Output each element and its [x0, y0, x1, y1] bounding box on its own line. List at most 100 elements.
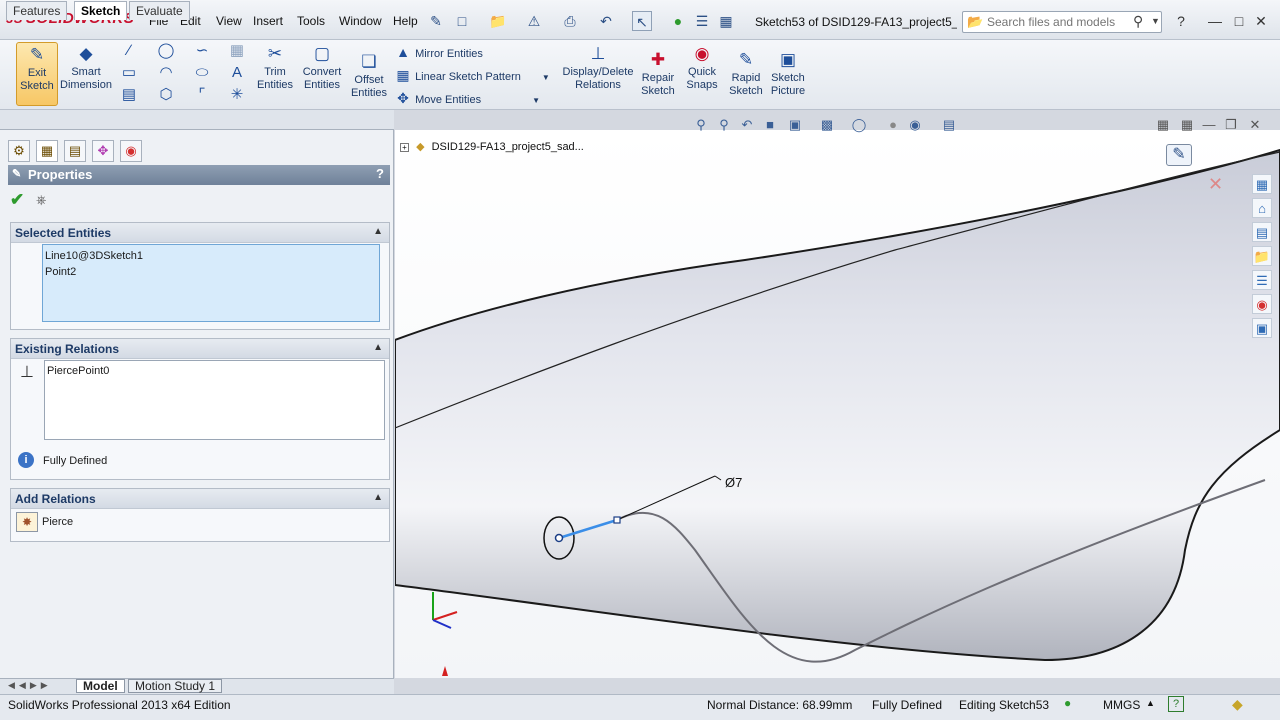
rapid-sketch-button[interactable]: ✎ Rapid Sketch: [726, 50, 766, 98]
undo-icon[interactable]: ↶: [596, 11, 616, 31]
minimize-doc-icon[interactable]: —: [1200, 116, 1218, 134]
close-icon[interactable]: ✕: [1250, 10, 1272, 32]
convert-entities-button[interactable]: ▢ Convert Entities: [298, 44, 346, 92]
tag-icon[interactable]: ◆: [1232, 696, 1243, 713]
minimize-icon[interactable]: —: [1204, 10, 1226, 32]
selected-entities-list[interactable]: Line10@3DSketch1 Point2: [42, 244, 380, 322]
restore-doc-icon[interactable]: ❐: [1222, 116, 1240, 134]
menu-insert[interactable]: Insert: [253, 14, 283, 28]
new-document-icon[interactable]: □: [452, 11, 472, 31]
move-entities-button[interactable]: ✥ Move Entities ▼: [394, 90, 540, 107]
home-icon[interactable]: ⌂: [1252, 198, 1272, 218]
collapse-icon[interactable]: ▲: [373, 226, 383, 237]
open-folder-icon[interactable]: 📁: [488, 11, 508, 31]
model-viewport[interactable]: Ø7: [395, 130, 1280, 678]
tab-sketch[interactable]: Sketch: [74, 1, 128, 20]
appearances-icon[interactable]: ◉: [1252, 294, 1272, 314]
apply-scene-icon[interactable]: ◉: [906, 116, 924, 134]
fillet-icon[interactable]: ⌜: [193, 86, 211, 104]
existing-relations-list[interactable]: PiercePoint0: [44, 360, 385, 440]
maximize-icon[interactable]: □: [1228, 10, 1250, 32]
offset-entities-button[interactable]: ❏ Offset Entities: [348, 52, 390, 100]
view-pane-icon[interactable]: ▦: [1154, 116, 1172, 134]
tab-evaluate[interactable]: Evaluate: [129, 1, 190, 20]
view-orientation-icon[interactable]: ▣: [786, 116, 804, 134]
rectangle-icon[interactable]: ▭: [120, 64, 138, 82]
file-properties-icon[interactable]: ☰: [692, 11, 712, 31]
search-input[interactable]: [987, 14, 1132, 30]
custom-properties-icon[interactable]: ▣: [1252, 318, 1272, 338]
trim-entities-button[interactable]: ✂ Trim Entities: [254, 44, 296, 92]
menu-view[interactable]: View: [216, 14, 242, 28]
add-relations-header[interactable]: Add Relations ▲: [11, 489, 389, 509]
point-icon[interactable]: ✳: [228, 86, 246, 104]
mirror-entities-button[interactable]: ▲ Mirror Entities: [394, 44, 483, 60]
pierce-relation-button[interactable]: Pierce: [42, 516, 73, 528]
list-item[interactable]: Line10@3DSketch1: [45, 248, 377, 264]
text-icon[interactable]: A: [228, 64, 246, 82]
pushpin-icon[interactable]: ⎈: [36, 192, 46, 208]
grid-icon[interactable]: ▦: [228, 42, 246, 60]
select-arrow-icon[interactable]: ↖: [632, 11, 652, 31]
print-icon[interactable]: ⎙: [560, 11, 580, 31]
slot-icon[interactable]: ▤: [120, 86, 138, 104]
edit-appearance-icon[interactable]: ●: [884, 116, 902, 134]
save-icon[interactable]: ⚠: [524, 11, 544, 31]
display-style-icon[interactable]: ▩: [818, 116, 836, 134]
property-manager-icon[interactable]: ▦: [36, 140, 58, 162]
smart-dimension-button[interactable]: ◆ Smart Dimension: [60, 44, 112, 92]
spline-icon[interactable]: ∽: [193, 42, 211, 60]
arc-icon[interactable]: ◠: [157, 64, 175, 82]
chevron-down-icon[interactable]: ▼: [1151, 16, 1160, 26]
zoom-to-fit-icon[interactable]: ⚲: [692, 116, 710, 134]
design-library-icon[interactable]: ▤: [1252, 222, 1272, 242]
ellipse-icon[interactable]: ⬭: [193, 64, 211, 82]
previous-view-icon[interactable]: ↶: [738, 116, 756, 134]
options-icon[interactable]: ▦: [716, 11, 736, 31]
tab-model[interactable]: Model: [76, 679, 125, 693]
display-manager-icon[interactable]: ◉: [120, 140, 142, 162]
search-box[interactable]: 📂 ⚲ ▼: [962, 11, 1162, 33]
hide-show-items-icon[interactable]: ◯: [850, 116, 868, 134]
help-icon[interactable]: ?: [1170, 10, 1192, 32]
tab-scroll-arrows-icon[interactable]: ◀◀▶▶: [8, 680, 52, 691]
file-explorer-icon[interactable]: 📁: [1252, 246, 1272, 266]
line-icon[interactable]: ∕: [120, 42, 138, 60]
configuration-manager-icon[interactable]: ▤: [64, 140, 86, 162]
menu-window[interactable]: Window: [339, 14, 382, 28]
collapse-icon[interactable]: ▲: [373, 492, 383, 503]
list-item[interactable]: PiercePoint0: [47, 365, 382, 377]
feature-manager-icon[interactable]: ⚙: [8, 140, 30, 162]
rebuild-icon[interactable]: ●: [668, 11, 688, 31]
exit-sketch-corner-icon[interactable]: ✎: [1166, 144, 1192, 166]
dimxpert-icon[interactable]: ✥: [92, 140, 114, 162]
search-icon[interactable]: ⚲: [1133, 13, 1143, 30]
exit-sketch-button[interactable]: ✎ Exit Sketch: [16, 42, 58, 106]
dimension-label[interactable]: Ø7: [725, 475, 742, 490]
sketch-picture-button[interactable]: ▣ Sketch Picture: [766, 50, 810, 98]
list-item[interactable]: Point2: [45, 264, 377, 280]
view-palette-icon[interactable]: ☰: [1252, 270, 1272, 290]
cancel-sketch-corner-icon[interactable]: ✕: [1208, 174, 1223, 195]
menu-help[interactable]: Help: [393, 14, 418, 28]
linear-sketch-pattern-button[interactable]: ▦ Linear Sketch Pattern ▼: [394, 67, 549, 84]
display-delete-relations-button[interactable]: ⊥ Display/Delete Relations: [560, 44, 636, 92]
split-view-icon[interactable]: ▦: [1178, 116, 1196, 134]
view-settings-icon[interactable]: ▤: [940, 116, 958, 134]
pierce-icon[interactable]: ✸: [16, 512, 38, 532]
selected-entities-header[interactable]: Selected Entities ▲: [11, 223, 389, 243]
ok-check-icon[interactable]: ✔: [10, 190, 24, 210]
close-doc-icon[interactable]: ✕: [1246, 116, 1264, 134]
pin-icon[interactable]: ✎: [426, 11, 446, 31]
feature-tree-root[interactable]: + ◆ DSID129-FA13_project5_sad...: [400, 140, 584, 153]
graphics-area[interactable]: Ø7: [395, 130, 1280, 678]
units-selector[interactable]: MMGS: [1103, 698, 1140, 712]
circle-icon[interactable]: ◯: [157, 42, 175, 60]
section-view-icon[interactable]: ■: [761, 116, 779, 134]
quick-snaps-button[interactable]: ◉ Quick Snaps: [682, 44, 722, 92]
chevron-up-icon[interactable]: ▲: [1146, 698, 1155, 708]
help-icon[interactable]: ?: [1168, 696, 1184, 712]
menu-tools[interactable]: Tools: [297, 14, 325, 28]
repair-sketch-button[interactable]: ✚ Repair Sketch: [638, 50, 678, 98]
collapse-icon[interactable]: ▲: [373, 342, 383, 353]
